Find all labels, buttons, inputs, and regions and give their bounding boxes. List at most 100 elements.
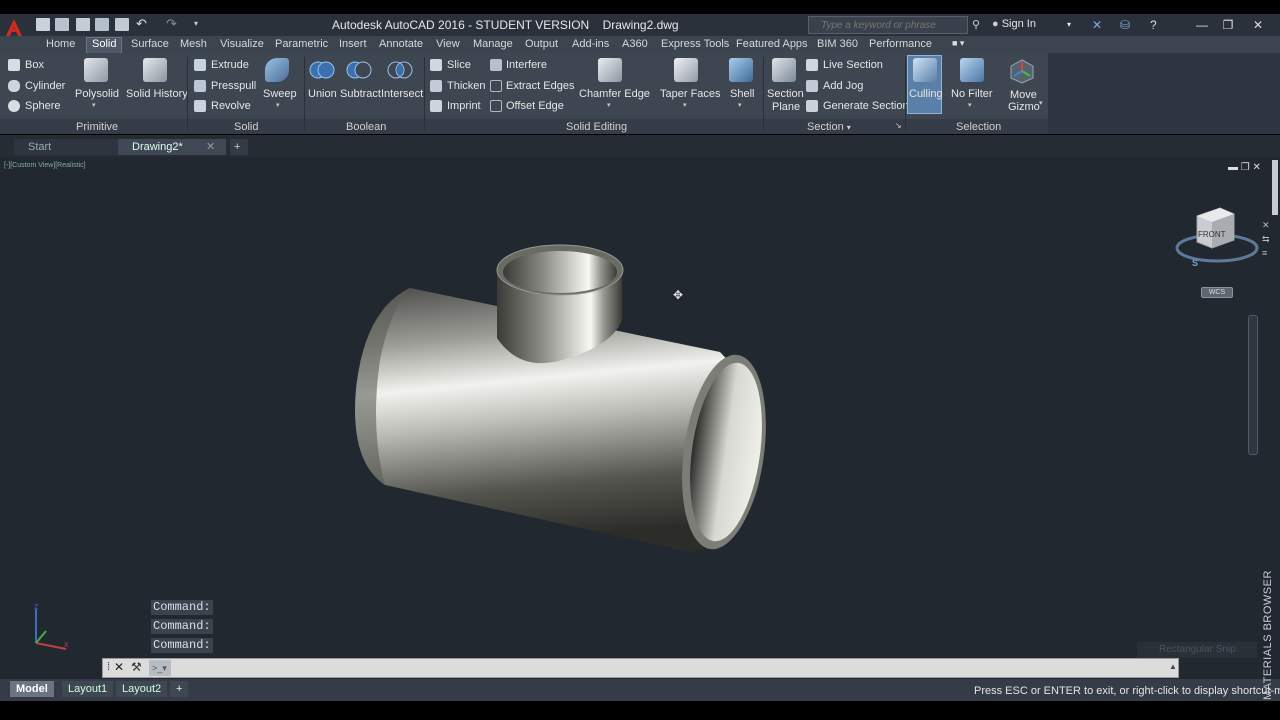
primitive-panel-title[interactable]: Primitive [76,121,118,133]
tab-bim-360[interactable]: BIM 360 [817,38,858,50]
offset-edge-button[interactable]: Offset Edge [506,100,564,112]
move-gizmo-dropdown-icon[interactable]: ▾ [1039,99,1043,107]
save-icon[interactable] [76,18,90,31]
section-plane-label-1[interactable]: Section [767,88,804,100]
add-jog-button[interactable]: Add Jog [823,80,863,92]
command-input[interactable] [175,661,1175,675]
imprint-button[interactable]: Imprint [447,100,481,112]
section-plane-label-2[interactable]: Plane [772,101,800,113]
palette-scrollbar[interactable] [1272,160,1278,215]
qat-dropdown-icon[interactable]: ▾ [194,18,208,31]
autocad-logo-icon[interactable] [2,16,26,38]
polysolid-button[interactable]: Polysolid [75,88,119,100]
tab-solid[interactable]: Solid [92,38,116,50]
plot-icon[interactable] [115,18,129,31]
exchange-apps-icon[interactable]: ✕ [1092,18,1102,32]
tab-home[interactable]: Home [46,38,75,50]
intersect-button[interactable]: Intersect [381,88,423,100]
chamfer-dropdown-icon[interactable]: ▾ [607,101,611,109]
extract-edges-button[interactable]: Extract Edges [506,80,574,92]
customize-wrench-icon[interactable]: ⚒ [131,660,142,674]
tab-mesh[interactable]: Mesh [180,38,207,50]
maximize-button[interactable]: ❐ [1216,16,1240,34]
sweep-button[interactable]: Sweep [263,88,297,100]
save-as-icon[interactable] [95,18,109,31]
recent-commands-icon[interactable]: >_▾ [149,660,171,676]
interfere-button[interactable]: Interfere [506,59,547,71]
sphere-button[interactable]: Sphere [25,100,60,112]
command-history-toggle-icon[interactable]: ▲ [1169,662,1177,671]
navigation-bar[interactable] [1248,315,1258,455]
a360-icon[interactable]: ⛁ [1120,18,1130,32]
add-layout-button[interactable]: + [170,681,189,697]
tab-insert[interactable]: Insert [339,38,367,50]
search-input[interactable] [809,17,949,33]
subtract-button[interactable]: Subtract [340,88,381,100]
section-settings-arrow-icon[interactable]: ↘ [895,121,902,130]
boolean-panel-title[interactable]: Boolean [346,121,386,133]
tab-output[interactable]: Output [525,38,558,50]
minimize-button[interactable]: — [1190,16,1214,34]
palette-controls[interactable]: ✕ ⇆ ≡ [1262,218,1270,260]
no-filter-button[interactable]: No Filter [951,88,993,100]
extrude-button[interactable]: Extrude [211,59,249,71]
tab-add-ins[interactable]: Add-ins [572,38,609,50]
move-gizmo-label-2[interactable]: Gizmo [1008,101,1040,113]
polysolid-dropdown-icon[interactable]: ▾ [92,101,96,109]
wcs-menu[interactable]: WCS [1201,287,1233,298]
presspull-button[interactable]: Presspull [211,80,256,92]
taper-dropdown-icon[interactable]: ▾ [683,101,687,109]
chamfer-edge-button[interactable]: Chamfer Edge [579,88,650,100]
thicken-button[interactable]: Thicken [447,80,486,92]
selection-panel-title[interactable]: Selection [956,121,1001,133]
slice-button[interactable]: Slice [447,59,471,71]
drawing-tab[interactable]: Drawing2* ✕ [118,139,226,155]
tab-performance[interactable]: Performance [869,38,932,50]
grip-handle-icon[interactable]: ⁞ [107,661,110,673]
layout1-tab[interactable]: Layout1 [62,681,114,697]
close-command-line-icon[interactable]: ✕ [114,660,124,674]
close-tab-icon[interactable]: ✕ [206,139,215,155]
model-tab[interactable]: Model [10,681,54,697]
tab-parametric[interactable]: Parametric [275,38,328,50]
solid-panel-title[interactable]: Solid [234,121,258,133]
live-section-button[interactable]: Live Section [823,59,883,71]
binoculars-icon[interactable]: ⚲ [972,18,986,31]
undo-icon[interactable]: ↶ [136,17,150,31]
tab-featured-apps[interactable]: Featured Apps [736,38,808,50]
shell-dropdown-icon[interactable]: ▾ [738,101,742,109]
shell-button[interactable]: Shell [730,88,754,100]
layout2-tab[interactable]: Layout2 [116,681,168,697]
materials-browser-palette-tab[interactable]: MATERIALS BROWSER [1262,570,1274,700]
revolve-button[interactable]: Revolve [211,100,251,112]
cylinder-button[interactable]: Cylinder [25,80,65,92]
box-button[interactable]: Box [25,59,44,71]
viewport-window-controls[interactable]: ▬ ❐ ✕ [1228,162,1261,173]
tab-view[interactable]: View [436,38,460,50]
tab-visualize[interactable]: Visualize [220,38,264,50]
taper-faces-button[interactable]: Taper Faces [660,88,721,100]
redo-icon[interactable]: ↷ [166,17,180,31]
culling-button[interactable]: Culling [909,88,943,100]
tab-a360[interactable]: A360 [622,38,648,50]
command-line[interactable]: ⁞ ✕ ⚒ >_▾ ▲ [102,658,1179,678]
union-button[interactable]: Union [308,88,337,100]
move-gizmo-label-1[interactable]: Move [1010,89,1037,101]
help-icon[interactable]: ? [1150,18,1157,32]
sweep-dropdown-icon[interactable]: ▾ [276,101,280,109]
new-tab-button[interactable]: + [230,139,248,155]
search-box[interactable] [808,16,968,34]
no-filter-dropdown-icon[interactable]: ▾ [968,101,972,109]
tab-annotate[interactable]: Annotate [379,38,423,50]
viewport-controls-label[interactable]: [-][Custom View][Realistic] [4,162,86,169]
tab-express-tools[interactable]: Express Tools [661,38,729,50]
tab-surface[interactable]: Surface [131,38,169,50]
close-button[interactable]: ✕ [1246,16,1270,34]
section-panel-title[interactable]: Section ▾ [807,121,851,133]
viewcube[interactable]: FRONT S [1172,204,1262,274]
generate-section-button[interactable]: Generate Section [823,100,909,112]
ribbon-options-icon[interactable]: ■ ▾ [952,38,964,49]
open-file-icon[interactable] [55,18,69,31]
new-file-icon[interactable] [36,18,50,31]
solid-history-button[interactable]: Solid History [126,88,188,100]
